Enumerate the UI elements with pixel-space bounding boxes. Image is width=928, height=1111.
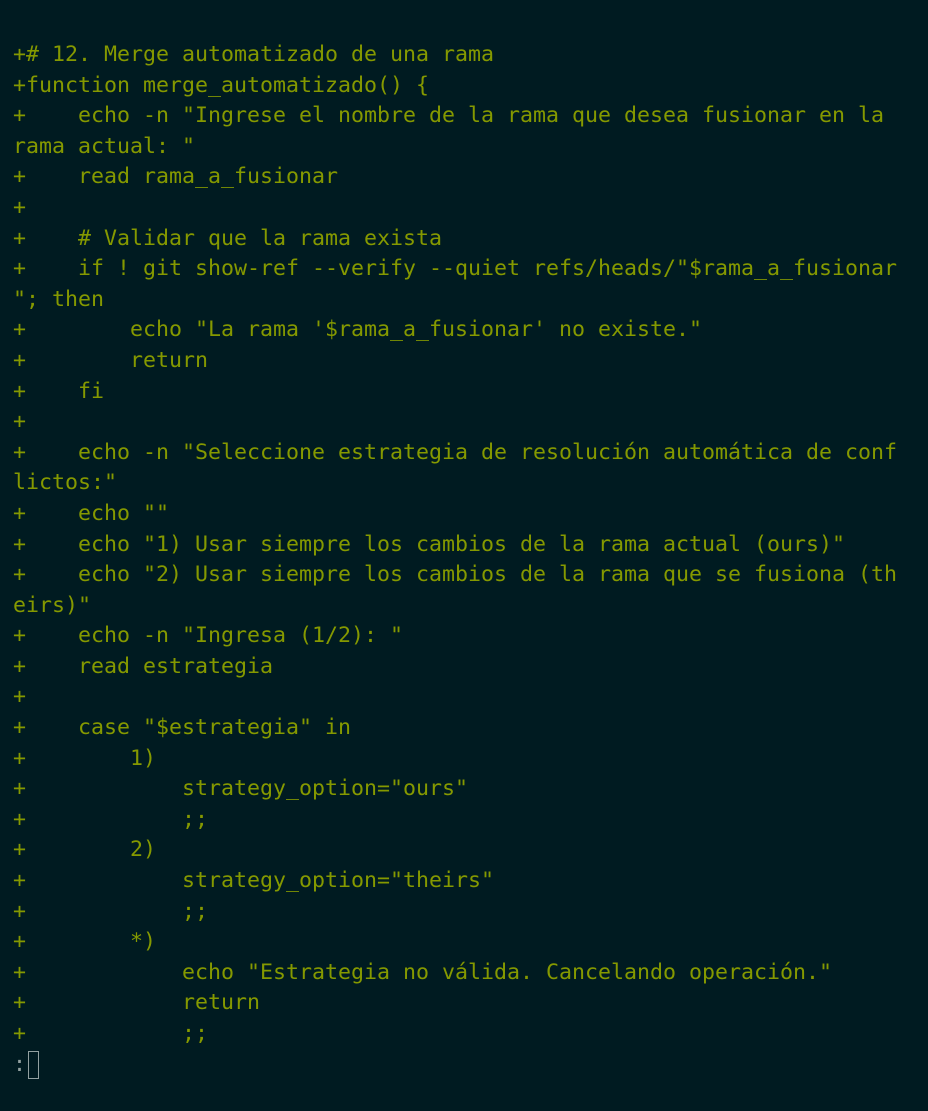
diff-line: + echo "Estrategia no válida. Cancelando… <box>13 959 833 985</box>
diff-line: + read rama_a_fusionar <box>13 164 339 190</box>
diff-line: rama actual: " <box>13 133 196 159</box>
diff-line: + return <box>13 990 261 1016</box>
diff-line: + fi <box>13 378 105 404</box>
diff-line: + ;; <box>13 1021 209 1046</box>
diff-line: + strategy_option="theirs" <box>13 868 495 894</box>
diff-line: +function merge_automatizado() { <box>13 72 430 98</box>
diff-line: + if ! git show-ref --verify --quiet ref… <box>13 256 898 282</box>
terminal-window: +# 12. Merge automatizado de una rama +fu… <box>0 0 928 1111</box>
diff-output: +# 12. Merge automatizado de una rama +fu… <box>13 40 928 1050</box>
diff-line: + 1) <box>13 745 157 771</box>
diff-line: + 2) <box>13 837 157 863</box>
diff-line: + ;; <box>13 898 209 924</box>
diff-line: + ;; <box>13 806 209 832</box>
diff-line: + # Validar que la rama exista <box>13 225 443 251</box>
diff-line: eirs)" <box>13 592 92 618</box>
diff-line: + echo "" <box>13 500 170 526</box>
diff-line: + <box>13 194 27 220</box>
diff-line: + *) <box>13 929 157 955</box>
pager-prompt[interactable]: : <box>13 1050 928 1081</box>
diff-line: + <box>13 684 27 710</box>
diff-line: lictos:" <box>13 470 118 496</box>
diff-line: +# 12. Merge automatizado de una rama <box>13 42 495 67</box>
diff-line: "; then <box>13 286 105 312</box>
diff-line: + read estrategia <box>13 653 274 679</box>
diff-line: + echo -n "Ingrese el nombre de la rama … <box>13 103 885 129</box>
pager-prompt-label: : <box>13 1051 27 1077</box>
diff-line: + return <box>13 347 209 373</box>
diff-line: + case "$estrategia" in <box>13 715 352 741</box>
diff-line: + echo "2) Usar siempre los cambios de l… <box>13 562 898 588</box>
text-cursor <box>28 1050 40 1079</box>
diff-line: + echo "1) Usar siempre los cambios de l… <box>13 531 846 557</box>
diff-line: + echo -n "Seleccione estrategia de reso… <box>13 439 898 465</box>
diff-line: + echo "La rama '$rama_a_fusionar' no ex… <box>13 317 703 343</box>
diff-line: + echo -n "Ingresa (1/2): " <box>13 623 404 649</box>
diff-line: + <box>13 409 27 435</box>
diff-line: + strategy_option="ours" <box>13 776 469 802</box>
